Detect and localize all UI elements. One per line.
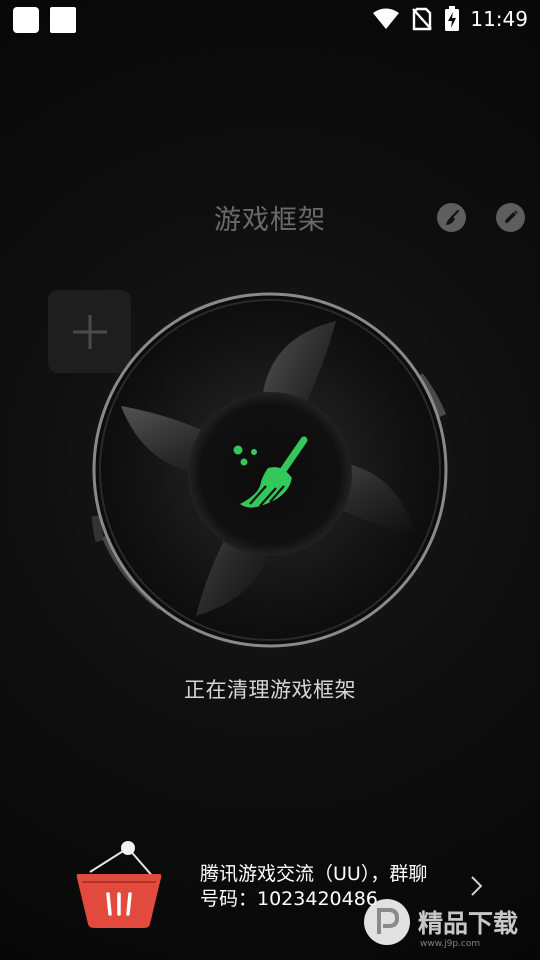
status-icons: [372, 6, 460, 32]
cleaning-status-text: 正在清理游戏框架: [184, 678, 356, 702]
clean-button[interactable]: [437, 203, 466, 232]
broom-icon: [445, 209, 459, 225]
watermark-logo: 精品下载 www.j9p.com: [364, 899, 518, 949]
notification-icon: [50, 7, 76, 33]
edit-button[interactable]: [496, 203, 525, 232]
no-sim-icon: [412, 7, 432, 31]
watermark-url: www.j9p.com: [420, 939, 480, 949]
basket-icon[interactable]: [72, 838, 167, 928]
notification-icon: [13, 7, 39, 33]
cleaner-fan[interactable]: [86, 286, 456, 656]
status-time: 11:49: [470, 7, 528, 31]
battery-charging-icon: [445, 6, 459, 31]
page-title: 游戏框架: [214, 205, 326, 236]
screen: 11:49 游戏框架 正在清理游戏框架 腾讯游戏交流（UU），群聊 号码：102…: [0, 0, 540, 960]
watermark-brand: 精品下载: [418, 909, 518, 938]
pencil-icon: [505, 210, 518, 223]
status-bar: 11:49: [0, 0, 540, 38]
wifi-icon: [373, 8, 399, 29]
